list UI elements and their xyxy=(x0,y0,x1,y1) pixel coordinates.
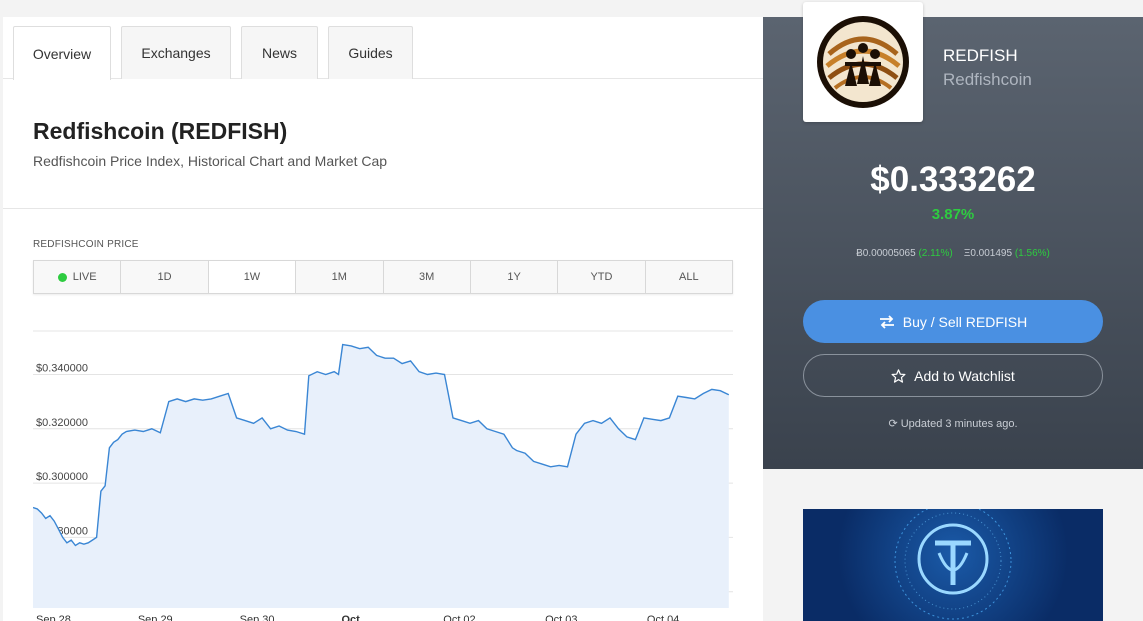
ad-logo-icon xyxy=(894,509,1012,620)
y-tick-label: $0.340000 xyxy=(36,362,88,374)
pair-prices: Ƀ0.00005065 (2.11%) Ξ0.001495 (1.56%) xyxy=(763,248,1143,259)
range-button-ytd[interactable]: YTD xyxy=(558,261,646,293)
range-button-1d[interactable]: 1D xyxy=(121,261,209,293)
add-to-watchlist-button[interactable]: Add to Watchlist xyxy=(803,354,1103,397)
coin-logo xyxy=(803,2,923,122)
buy-sell-button[interactable]: Buy / Sell REDFISH xyxy=(803,300,1103,343)
range-button-3m[interactable]: 3M xyxy=(384,261,471,293)
x-tick-label: Oct 03 xyxy=(545,614,577,621)
y-tick-label: $0.320000 xyxy=(36,417,88,429)
coin-symbol: REDFISH xyxy=(943,46,1018,65)
range-button-all[interactable]: ALL xyxy=(646,261,732,293)
btc-price: Ƀ0.00005065 xyxy=(856,248,916,259)
exchange-arrows-icon xyxy=(879,314,894,329)
current-price: $0.333262 xyxy=(870,160,1036,199)
refresh-icon: ⟳ xyxy=(888,418,898,430)
coin-name: Redfishcoin xyxy=(943,70,1032,89)
eth-price: Ξ0.001495 xyxy=(963,248,1013,259)
range-button-1y[interactable]: 1Y xyxy=(471,261,559,293)
range-button-1w[interactable]: 1W xyxy=(208,261,297,293)
tab-exchanges[interactable]: Exchanges xyxy=(121,26,231,79)
x-tick-label: Oct xyxy=(341,614,360,621)
x-tick-label: Sep 30 xyxy=(240,614,275,621)
advertisement-banner[interactable] xyxy=(803,509,1103,621)
btc-change: (2.11%) xyxy=(918,248,953,259)
x-tick-label: Oct 02 xyxy=(443,614,475,621)
range-label: LIVE xyxy=(72,271,97,283)
x-tick-label: Sep 29 xyxy=(138,614,173,621)
x-tick-label: Sep 28 xyxy=(36,614,71,621)
page-title: Redfishcoin (REDFISH) xyxy=(33,118,288,144)
tab-news[interactable]: News xyxy=(241,26,318,79)
chart-section-label: REDFISHCOIN PRICE xyxy=(33,239,139,250)
eth-change: (1.56%) xyxy=(1014,248,1050,259)
live-dot-icon xyxy=(57,272,67,282)
range-button-1m[interactable]: 1M xyxy=(296,261,384,293)
redfishcoin-logo-icon xyxy=(817,16,909,108)
last-updated-text: Updated 3 minutes ago. xyxy=(900,418,1018,430)
price-change-percent: 3.87% xyxy=(931,206,975,223)
x-tick-label: Oct 04 xyxy=(647,614,679,621)
tab-bar: Overview Exchanges News Guides xyxy=(3,17,763,80)
page-subtitle: Redfishcoin Price Index, Historical Char… xyxy=(33,153,388,169)
y-tick-label: $0.300000 xyxy=(36,471,88,483)
time-range-selector: LIVE 1D 1W 1M 3M 1Y YTD ALL xyxy=(33,260,733,294)
star-outline-icon xyxy=(891,368,906,383)
price-chart[interactable]: $0.260000$0.280000$0.300000$0.320000$0.3… xyxy=(33,317,733,621)
watchlist-label: Add to Watchlist xyxy=(914,367,1015,384)
main-panel: Overview Exchanges News Guides Redfishco… xyxy=(3,17,763,621)
buy-sell-label: Buy / Sell REDFISH xyxy=(902,313,1028,330)
tab-overview[interactable]: Overview xyxy=(13,26,111,80)
last-updated: ⟳ Updated 3 minutes ago. xyxy=(763,417,1143,430)
tab-guides[interactable]: Guides xyxy=(328,26,413,79)
divider xyxy=(3,208,763,209)
range-button-live[interactable]: LIVE xyxy=(34,261,122,293)
price-area-fill xyxy=(33,344,729,608)
